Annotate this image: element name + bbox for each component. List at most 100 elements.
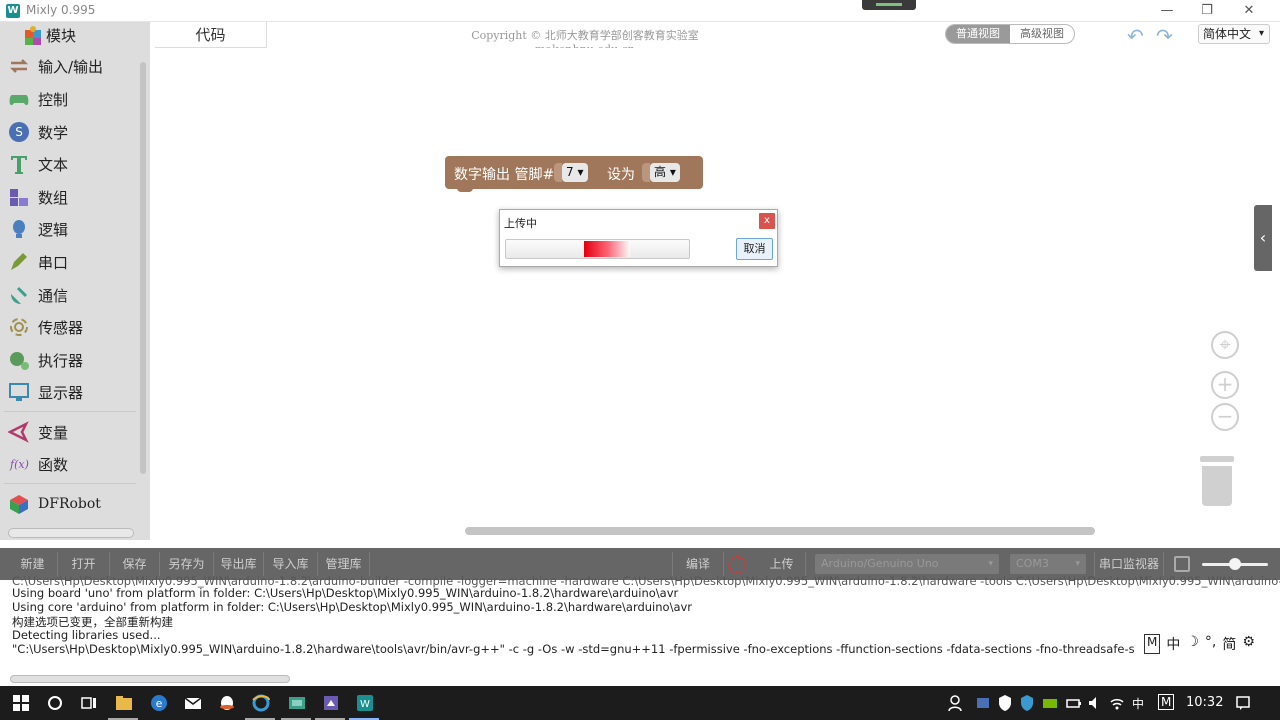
ime-punctuation-icon[interactable]: °, [1205,634,1216,654]
ime-m-icon[interactable]: M [1158,694,1175,710]
level-dropdown[interactable]: 高 ▾ [650,163,680,182]
category-variables[interactable]: 变量 [8,418,138,446]
dialog-close-button[interactable]: x [759,213,775,229]
redo-icon[interactable]: ↷ [1156,24,1173,48]
advanced-view-button[interactable]: 高级视图 [1010,25,1074,43]
app-icon-board[interactable] [288,694,306,712]
category-io-label: 输入/输出 [38,57,104,76]
cube-icon [10,495,28,514]
sidebar-scrollbar[interactable] [140,62,146,474]
pin-dropdown[interactable]: 7 ▾ [562,163,588,182]
ime-simplified-icon[interactable]: 简 [1222,634,1236,654]
category-logic[interactable]: 逻辑 [8,215,138,243]
category-io[interactable]: 输入/输出 [8,52,138,80]
ime-chinese-icon[interactable]: 中 [1166,634,1180,654]
port-select[interactable]: COM3 ▾ [1010,554,1086,574]
notification-icon[interactable] [1236,694,1250,712]
category-communication[interactable]: 通信 [8,281,138,309]
people-icon[interactable] [948,694,962,712]
language-value: 简体中文 [1203,27,1252,41]
category-math[interactable]: S 数学 [8,118,138,146]
category-variables-label: 变量 [38,423,69,442]
open-button[interactable]: 打开 [58,552,110,576]
chevron-down-icon: ▾ [988,559,993,569]
tab-code[interactable]: 代码 [155,22,267,48]
io-arrows-icon [9,59,29,73]
center-target-icon[interactable]: ⌖ [1211,331,1239,359]
close-button[interactable]: ✕ [1234,1,1264,21]
category-text[interactable]: 文本 [8,150,138,178]
gamepad-icon [9,95,29,106]
workspace-horizontal-scrollbar[interactable] [465,527,1095,535]
undo-icon[interactable]: ↶ [1127,24,1144,48]
category-array[interactable]: 数组 [8,183,138,211]
save-button[interactable]: 保存 [110,552,160,576]
category-math-label: 数学 [38,123,69,142]
digital-write-block[interactable]: 数字输出 管脚# 7 ▾ 设为 高 ▾ [445,156,703,192]
ime-settings-icon[interactable]: ⚙ [1242,634,1255,654]
category-display-label: 显示器 [38,383,84,402]
trash-icon[interactable] [1200,456,1234,506]
manage-library-button[interactable]: 管理库 [318,552,370,576]
zoom-out-icon[interactable]: − [1211,403,1239,431]
category-dfrobot-label: DFRobot [38,496,101,512]
category-actuator[interactable]: 执行器 [8,346,138,374]
sidebar-horizontal-scrollbar[interactable] [8,528,134,538]
side-panel-toggle[interactable]: ‹ [1254,205,1272,271]
serial-monitor-button[interactable]: 串口监视器 [1094,552,1164,576]
cancel-button[interactable]: 取消 [736,238,773,260]
category-dfrobot[interactable]: DFRobot [8,490,138,518]
ime-moon-icon[interactable]: ☽ [1186,634,1199,654]
category-display[interactable]: 显示器 [8,378,138,406]
category-serial[interactable]: 串口 [8,248,138,276]
chevron-down-icon: ▾ [577,165,584,179]
category-functions[interactable]: f(x) 函数 [8,450,138,478]
ie-browser-icon[interactable] [252,694,270,712]
volume-icon[interactable] [1088,694,1102,712]
tray-app-icon[interactable] [976,694,990,712]
new-button[interactable]: 新建 [8,552,58,576]
compile-button[interactable]: 编译 [672,552,724,576]
security-shield-icon[interactable] [1020,694,1034,712]
defender-shield-icon[interactable] [998,694,1012,712]
taskbar-clock[interactable]: 10:32 [1186,695,1223,710]
satellite-icon [11,286,28,304]
export-library-button[interactable]: 导出库 [214,552,264,576]
task-view-icon[interactable] [80,694,98,712]
language-select[interactable]: 简体中文 ▾ [1198,24,1270,44]
mixly-taskbar-icon[interactable]: W [356,694,374,712]
console-output: C:\Users\Hp\Desktop\Mixly0.995_WIN\ardui… [0,574,1280,686]
file-explorer-icon[interactable] [115,694,133,712]
chevron-down-icon: ▾ [1075,559,1080,569]
category-control[interactable]: 控制 [8,85,138,113]
save-as-button[interactable]: 另存为 [160,552,214,576]
qq-icon[interactable] [218,694,236,712]
battery-icon[interactable] [1066,694,1082,712]
chip-settings-icon[interactable] [1174,556,1190,572]
upload-button[interactable]: 上传 [758,552,806,576]
ime-mode-icon[interactable]: M [1144,634,1161,654]
windows-start-icon[interactable] [12,694,30,712]
category-sensor[interactable]: 传感器 [8,313,138,341]
mail-icon[interactable] [184,694,202,712]
edge-browser-icon[interactable]: e [150,694,168,712]
import-library-button[interactable]: 导入库 [264,552,318,576]
app-icon-tool[interactable] [322,694,340,712]
minimize-button[interactable]: — [1152,1,1182,21]
zoom-in-icon[interactable]: + [1211,371,1239,399]
top-thumbnail [862,0,916,10]
normal-view-button[interactable]: 普通视图 [946,25,1010,43]
board-select[interactable]: Arduino/Genuino Uno ▾ [815,554,999,574]
chevron-down-icon: ▾ [1258,28,1264,39]
nvidia-icon[interactable] [1042,694,1058,712]
input-language-indicator[interactable]: 中 [1132,695,1144,712]
actuator-icon [10,352,29,370]
console-line: Using board 'uno' from platform in folde… [12,586,679,600]
console-horizontal-scrollbar[interactable] [10,675,290,683]
restore-button[interactable]: ❐ [1192,1,1222,21]
search-icon[interactable] [46,694,64,712]
modules-header-label: 模块 [46,26,77,45]
zoom-slider-handle[interactable] [1229,558,1241,570]
blockly-workspace[interactable] [150,48,1280,540]
wifi-icon[interactable] [1110,694,1124,712]
